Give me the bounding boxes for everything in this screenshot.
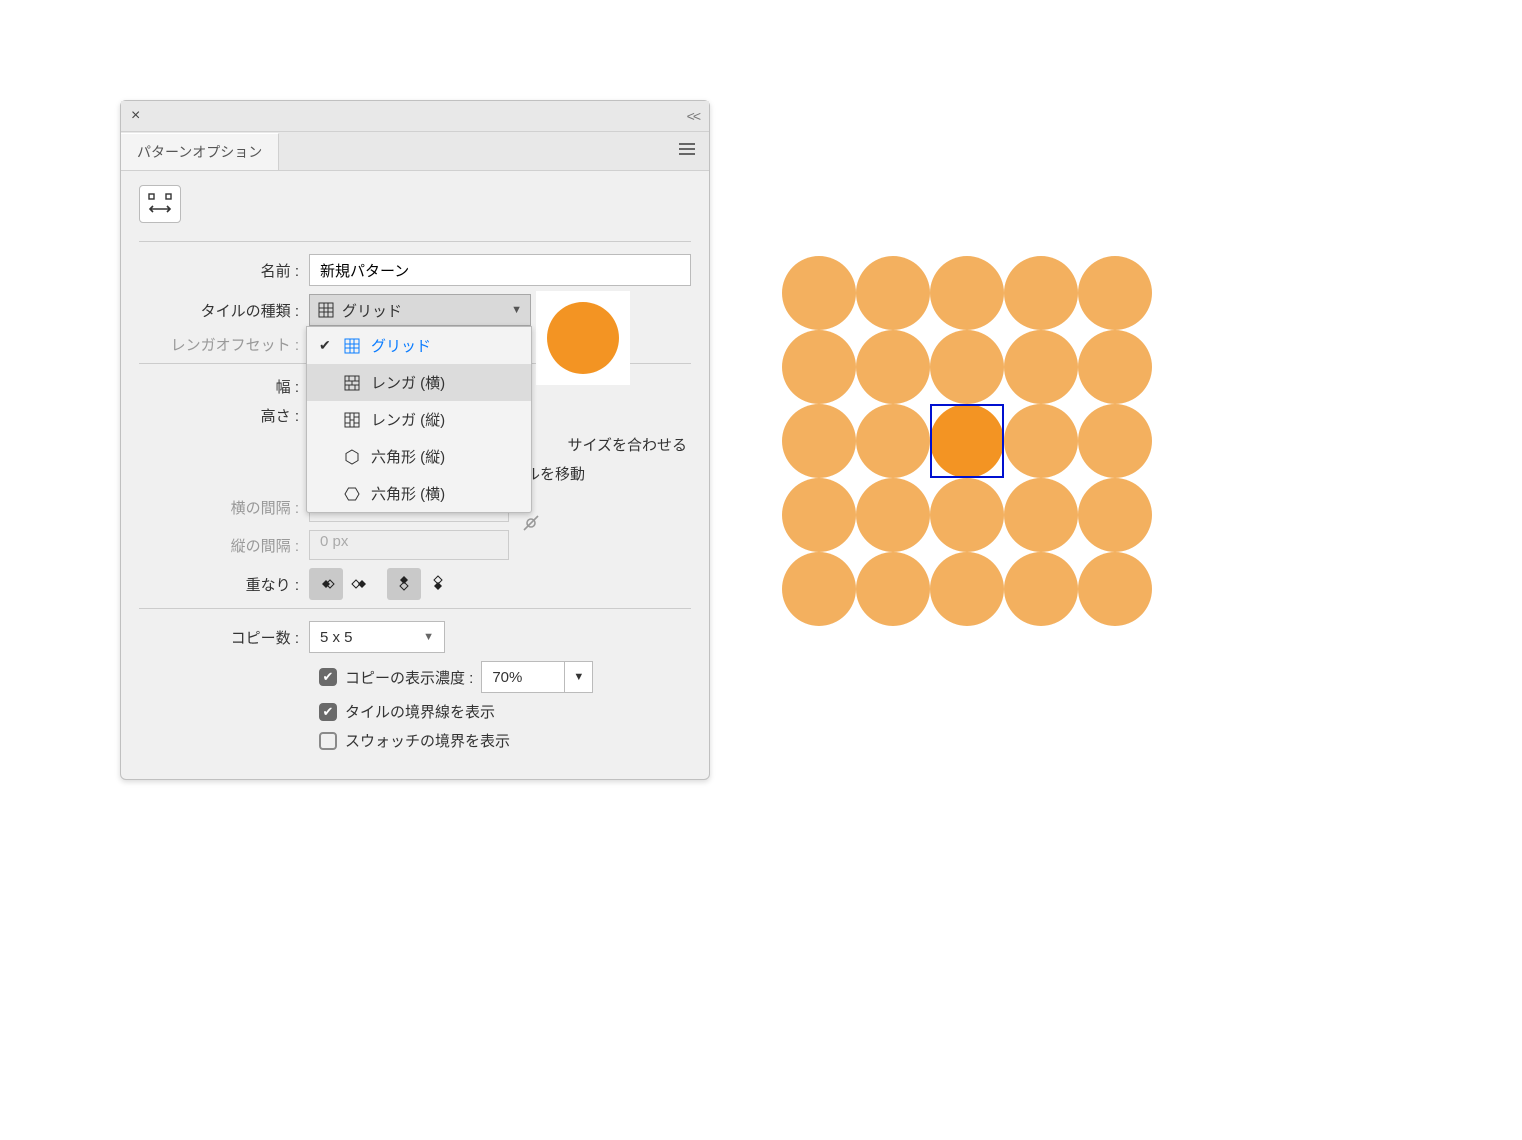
dropdown-item-label: レンガ (縦) (371, 409, 445, 430)
panel-menu-button[interactable] (665, 132, 709, 170)
vspacing-input: 0 px (309, 530, 509, 560)
preview-circle (547, 302, 619, 374)
label-showswatch: スウォッチの境界を表示 (345, 730, 510, 751)
pattern-copy-circle (930, 478, 1004, 552)
pattern-copy-circle (1004, 478, 1078, 552)
tile-boundary[interactable] (930, 404, 1004, 478)
pattern-copy-circle (782, 478, 856, 552)
dropdown-item-label: レンガ (横) (371, 372, 445, 393)
label-hspacing: 横の間隔 : (139, 497, 309, 518)
label-height: 高さ : (139, 405, 309, 426)
row-vspacing: 縦の間隔 : 0 px (139, 530, 691, 560)
label-width: 幅 : (139, 376, 309, 397)
link-icon[interactable] (521, 513, 541, 538)
label-tiletype: タイルの種類 : (139, 300, 309, 321)
pattern-copy-circle (782, 256, 856, 330)
pattern-copy-circle (782, 552, 856, 626)
pattern-copy-circle (1004, 552, 1078, 626)
tiletype-select[interactable]: グリッド ▼ (309, 294, 531, 326)
tiletype-value: グリッド (342, 300, 402, 321)
pattern-copy-circle (856, 552, 930, 626)
overlap-right-front-button[interactable] (343, 568, 377, 600)
label-sizetile: サイズを合わせる (567, 434, 687, 455)
pattern-copy-circle (782, 404, 856, 478)
name-input[interactable] (309, 254, 691, 286)
pattern-copy-circle (1004, 256, 1078, 330)
tiletype-dropdown: ✔ グリッド レンガ (横) レンガ (縦) (306, 326, 532, 513)
pattern-copy-circle (782, 330, 856, 404)
checkbox-showtile[interactable]: ✔ (319, 703, 337, 721)
brick-row-icon (343, 374, 361, 392)
pattern-copy-circle (856, 404, 930, 478)
pattern-copy-circle (1078, 404, 1152, 478)
dropdown-item-label: 六角形 (横) (371, 483, 445, 504)
divider (139, 608, 691, 609)
checkbox-showswatch[interactable] (319, 732, 337, 750)
dropdown-item-label: 六角形 (縦) (371, 446, 445, 467)
grid-icon (343, 337, 361, 355)
check-icon: ✔ (319, 337, 333, 354)
dropdown-item-hex-col[interactable]: 六角形 (縦) (307, 438, 531, 475)
hamburger-icon (679, 140, 695, 158)
row-name: 名前 : (139, 254, 691, 286)
overlap-bottom-front-button[interactable] (421, 568, 455, 600)
row-copies: コピー数 : 5 x 5 ▼ (139, 621, 691, 653)
label-showtile: タイルの境界線を表示 (345, 701, 495, 722)
panel-body: 名前 : タイルの種類 : グリッド ▼ レンガオフセット : 幅 : (121, 171, 709, 779)
panel-titlebar: × << (121, 101, 709, 132)
brick-col-icon (343, 411, 361, 429)
pattern-copy-circle (930, 256, 1004, 330)
dropdown-item-grid[interactable]: ✔ グリッド (307, 327, 531, 364)
label-vspacing: 縦の間隔 : (139, 535, 309, 556)
divider (139, 241, 691, 242)
dropdown-item-brick-row[interactable]: レンガ (横) (307, 364, 531, 401)
hexagon-icon (343, 448, 361, 466)
close-icon[interactable]: × (131, 107, 140, 125)
pattern-copy-circle (1004, 404, 1078, 478)
row-showswatch: スウォッチの境界を表示 (139, 730, 691, 751)
dropdown-item-brick-col[interactable]: レンガ (縦) (307, 401, 531, 438)
pattern-copy-circle (856, 478, 930, 552)
checkbox-dimcopies[interactable]: ✔ (319, 668, 337, 686)
pattern-copy-circle (930, 330, 1004, 404)
dim-percent-chevron[interactable]: ▼ (565, 661, 593, 693)
pattern-copy-circle (1078, 552, 1152, 626)
label-copies: コピー数 : (139, 627, 309, 648)
dropdown-item-hex-row[interactable]: 六角形 (横) (307, 475, 531, 512)
collapse-icon[interactable]: << (687, 108, 699, 124)
label-overlap: 重なり : (139, 574, 309, 595)
label-name: 名前 : (139, 260, 309, 281)
pattern-options-panel: × << パターンオプション 名前 : タイルの種類 : (120, 100, 710, 780)
dim-percent-input[interactable]: 70% (481, 661, 565, 693)
preview-swatch (536, 291, 630, 385)
pattern-copy-circle (930, 552, 1004, 626)
hexagon-icon (343, 485, 361, 503)
panel-tabrow: パターンオプション (121, 132, 709, 171)
pattern-copy-circle (1004, 330, 1078, 404)
label-dimcopies: コピーの表示濃度 : (345, 667, 473, 688)
overlap-top-front-button[interactable] (387, 568, 421, 600)
pattern-tile-tool-button[interactable] (139, 185, 181, 223)
pattern-copy-circle (856, 256, 930, 330)
pattern-copy-circle (1078, 478, 1152, 552)
copies-select[interactable]: 5 x 5 ▼ (309, 621, 445, 653)
pattern-copy-circle (1078, 256, 1152, 330)
chevron-down-icon: ▼ (511, 304, 522, 316)
pattern-copy-circle (856, 330, 930, 404)
row-showtile: ✔ タイルの境界線を表示 (139, 701, 691, 722)
tab-pattern-options[interactable]: パターンオプション (121, 133, 279, 170)
overlap-left-front-button[interactable] (309, 568, 343, 600)
copies-value: 5 x 5 (320, 629, 353, 646)
pattern-copy-circle (1078, 330, 1152, 404)
row-dim: ✔ コピーの表示濃度 : 70% ▼ (139, 661, 691, 693)
row-overlap: 重なり : (139, 568, 691, 600)
label-brickoffset: レンガオフセット : (139, 334, 309, 355)
tile-tool-icon (148, 193, 172, 215)
chevron-down-icon: ▼ (423, 631, 434, 643)
dropdown-item-label: グリッド (371, 335, 431, 356)
canvas-pattern-preview[interactable] (782, 256, 1152, 626)
grid-icon (318, 302, 334, 318)
